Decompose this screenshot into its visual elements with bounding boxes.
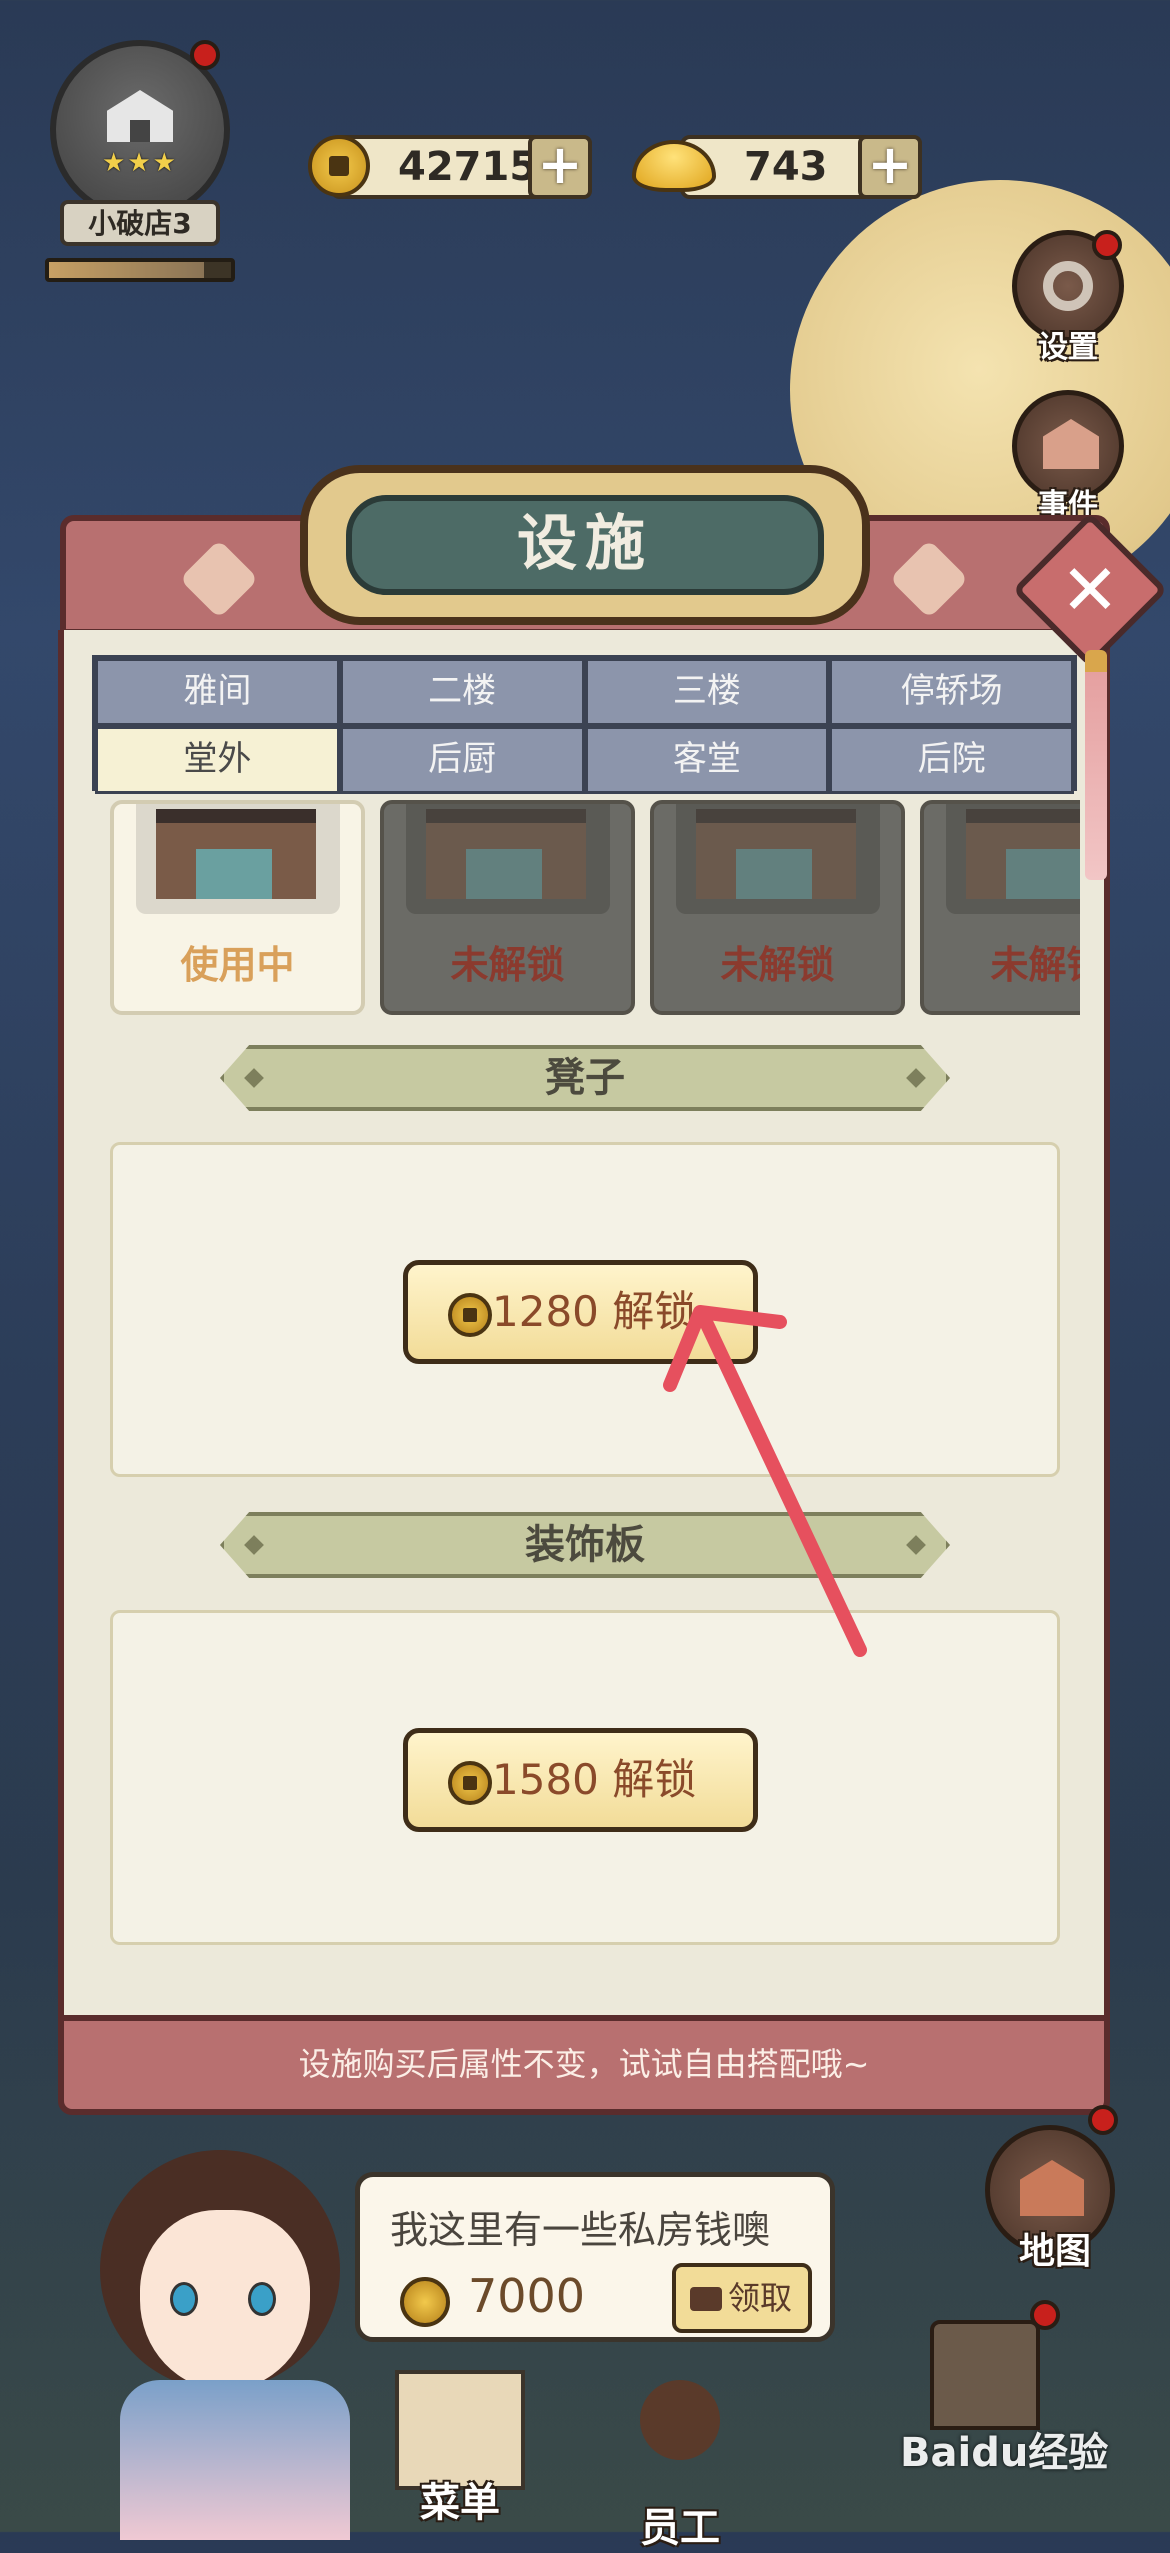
skin-card[interactable]: 未解锁 — [920, 800, 1080, 1015]
watermark: Baidu经验 — [900, 2430, 1109, 2476]
tab-backyard[interactable]: 后院 — [829, 726, 1074, 794]
character-body — [120, 2380, 350, 2540]
storefront-image — [966, 809, 1080, 899]
tab-parking[interactable]: 停轿场 — [829, 658, 1074, 726]
map-building-icon — [1020, 2160, 1084, 2216]
section-box: 1580 解锁 — [110, 1610, 1060, 1945]
section-title-stool: 凳子 — [545, 1055, 625, 1101]
panel-footer-tip: 设施购买后属性不变，试试自由搭配哦~ — [58, 2015, 1110, 2115]
panel-title: 设施 — [346, 495, 824, 595]
claim-label: 领取 — [728, 2279, 793, 2317]
skin-status: 使用中 — [180, 943, 295, 987]
facility-tabs: 雅间 二楼 三楼 停轿场 堂外 后厨 客堂 后院 — [92, 655, 1077, 794]
storefront-image — [426, 809, 586, 899]
title-plaque: 设施 — [300, 465, 870, 625]
character-face — [140, 2210, 310, 2390]
building-icon — [1043, 419, 1099, 469]
character-eye — [170, 2282, 198, 2316]
add-ingots-button[interactable]: + — [858, 135, 922, 199]
skin-thumbnail — [946, 804, 1080, 914]
storefront-image — [696, 809, 856, 899]
coin-icon — [308, 135, 370, 197]
notification-dot — [190, 40, 220, 70]
gear-icon — [1043, 261, 1093, 311]
tab-outside[interactable]: 堂外 — [95, 726, 340, 794]
section-box: 1280 解锁 — [110, 1142, 1060, 1477]
map-label: 地图 — [1018, 2231, 1091, 2272]
shop-door-icon — [130, 120, 150, 142]
skin-thumbnail — [406, 804, 610, 914]
claim-button[interactable]: 领取 — [672, 2263, 812, 2333]
tab-third-floor[interactable]: 三楼 — [584, 658, 830, 726]
flower-ornament-icon — [889, 539, 969, 619]
speech-bubble: 我这里有一些私房钱噢 7000 领取 — [355, 2172, 835, 2342]
tassel-ornament — [1085, 650, 1107, 880]
skin-status: 未解锁 — [990, 943, 1080, 987]
reward-amount: 7000 — [468, 2269, 586, 2323]
staff-button[interactable]: 员工 — [595, 2360, 765, 2551]
staff-label: 员工 — [640, 2505, 720, 2551]
annotation-arrow — [663, 1305, 867, 1657]
unlock-label: 1580 解锁 — [492, 1755, 697, 1804]
staff-avatar-icon — [640, 2380, 720, 2460]
shop-progress-fill — [49, 262, 204, 278]
unlock-board-button[interactable]: 1580 解锁 — [403, 1728, 758, 1832]
stove-icon — [930, 2320, 1040, 2430]
add-coins-button[interactable]: + — [528, 135, 592, 199]
helper-character[interactable] — [60, 2130, 380, 2540]
map-dot — [1088, 2105, 1118, 2135]
skin-card[interactable]: 使用中 — [110, 800, 365, 1015]
skin-status: 未解锁 — [720, 943, 835, 987]
speech-text: 我这里有一些私房钱噢 — [390, 2208, 771, 2252]
menu-button[interactable]: 菜单 — [375, 2360, 545, 2532]
ingot-counter: 743 + — [680, 135, 922, 199]
skin-thumbnail — [136, 804, 340, 914]
tab-hall[interactable]: 客堂 — [584, 726, 830, 794]
coin-icon — [448, 1293, 492, 1337]
facility-list[interactable]: 使用中 未解锁 未解锁 未解锁 凳子 1280 解锁 装饰板 1580 解锁 — [95, 800, 1080, 2010]
shop-level-badge[interactable]: ★★★ 小破店3 — [45, 40, 235, 282]
flower-ornament-icon — [179, 539, 259, 619]
coin-icon — [448, 1761, 492, 1805]
coin-icon — [400, 2277, 450, 2327]
settings-label: 设置 — [1038, 330, 1098, 365]
stove-dot — [1030, 2300, 1060, 2330]
menu-label: 菜单 — [420, 2480, 500, 2526]
shop-stars: ★★★ — [102, 148, 178, 178]
shop-name: 小破店3 — [60, 200, 220, 246]
settings-dot — [1092, 230, 1122, 260]
storefront-image — [156, 809, 316, 899]
close-icon[interactable]: ✕ — [1035, 535, 1145, 645]
tab-second-floor[interactable]: 二楼 — [339, 658, 585, 726]
tab-kitchen[interactable]: 后厨 — [339, 726, 585, 794]
skin-status: 未解锁 — [450, 943, 565, 987]
video-icon — [690, 2287, 722, 2311]
ingot-value: 743 — [744, 144, 828, 190]
skin-card[interactable]: 未解锁 — [380, 800, 635, 1015]
character-eye — [248, 2282, 276, 2316]
skin-card[interactable]: 未解锁 — [650, 800, 905, 1015]
skin-thumbnail — [676, 804, 880, 914]
shop-progress-bar — [45, 258, 235, 282]
tab-yajian[interactable]: 雅间 — [95, 658, 340, 726]
